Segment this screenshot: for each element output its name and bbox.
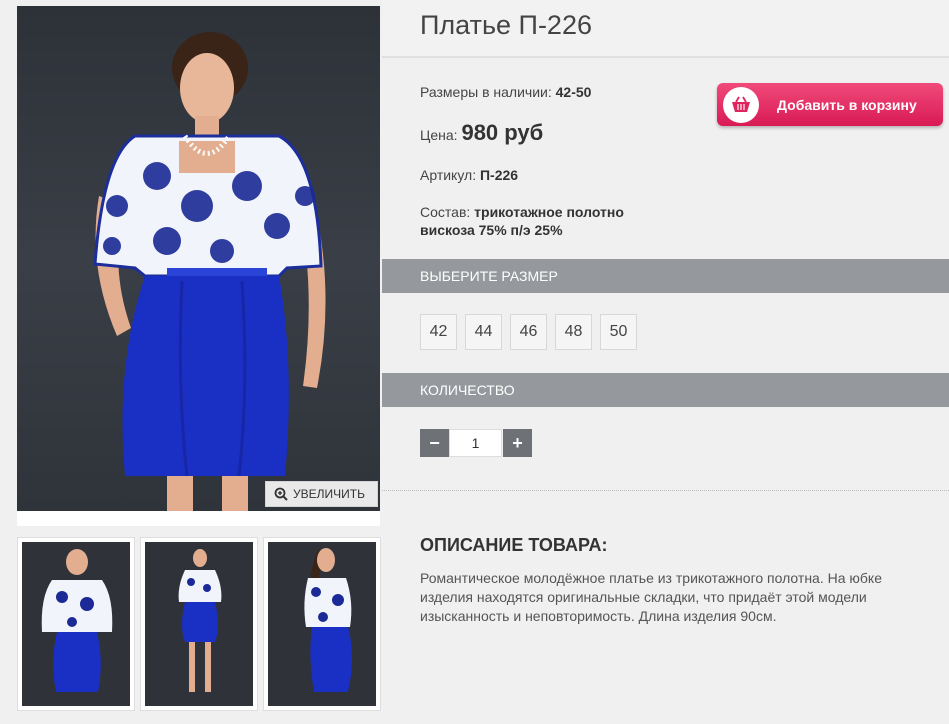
description-title: ОПИСАНИЕ ТОВАРА:: [420, 535, 608, 555]
thumbnail-2[interactable]: [140, 537, 258, 711]
product-title: Платье П-226: [420, 10, 592, 40]
composition-line2: вискоза 75% п/э 25%: [420, 222, 563, 238]
main-product-photo[interactable]: УВЕЛИЧИТЬ: [17, 6, 380, 511]
size-option-50[interactable]: 50: [600, 314, 637, 350]
composition-line1: трикотажное полотно: [474, 204, 624, 220]
thumbnail-strip: [17, 537, 381, 711]
sizes-available: Размеры в наличии: 42-50: [420, 84, 591, 100]
magnifier-plus-icon: [274, 487, 288, 501]
zoom-label: УВЕЛИЧИТЬ: [293, 487, 365, 501]
composition-label: Состав:: [420, 204, 471, 220]
quantity-input[interactable]: [449, 429, 502, 457]
sizes-value: 42-50: [555, 84, 592, 100]
sizes-label: Размеры в наличии:: [420, 84, 552, 100]
thumbnail-2-image: [178, 549, 222, 692]
add-to-cart-label: Добавить в корзину: [777, 96, 917, 113]
size-option-46[interactable]: 46: [510, 314, 547, 350]
dress-model-illustration: [93, 32, 326, 511]
quantity-section-header: КОЛИЧЕСТВО: [382, 373, 949, 407]
size-section-header: ВЫБЕРИТЕ РАЗМЕР: [382, 259, 949, 293]
price-label: Цена:: [420, 127, 458, 143]
cart-icon-circle: [723, 86, 759, 123]
size-option-42[interactable]: 42: [420, 314, 457, 350]
add-to-cart-button[interactable]: Добавить в корзину: [717, 83, 943, 126]
main-photo-frame: УВЕЛИЧИТЬ: [17, 6, 380, 526]
price: Цена: 980 руб: [420, 120, 543, 146]
thumbnail-3[interactable]: [263, 537, 381, 711]
sku-label: Артикул:: [420, 167, 477, 183]
title-bar: Платье П-226: [382, 0, 949, 58]
thumbnail-1[interactable]: [17, 537, 135, 711]
thumbnail-1-image: [41, 549, 113, 692]
size-option-48[interactable]: 48: [555, 314, 592, 350]
composition: Состав: трикотажное полотно вискоза 75% …: [420, 203, 624, 239]
basket-icon: [732, 96, 750, 112]
sku-value: П-226: [479, 167, 519, 183]
section-divider: [382, 490, 949, 491]
size-option-44[interactable]: 44: [465, 314, 502, 350]
quantity-increase-button[interactable]: +: [503, 429, 532, 457]
quantity-decrease-button[interactable]: −: [420, 429, 449, 457]
sku: Артикул: П-226: [420, 167, 518, 183]
price-value: 980 руб: [461, 120, 544, 145]
thumbnail-3-image: [304, 548, 352, 692]
description-text: Романтическое молодёжное платье из трико…: [420, 570, 882, 624]
zoom-button[interactable]: УВЕЛИЧИТЬ: [265, 481, 378, 507]
